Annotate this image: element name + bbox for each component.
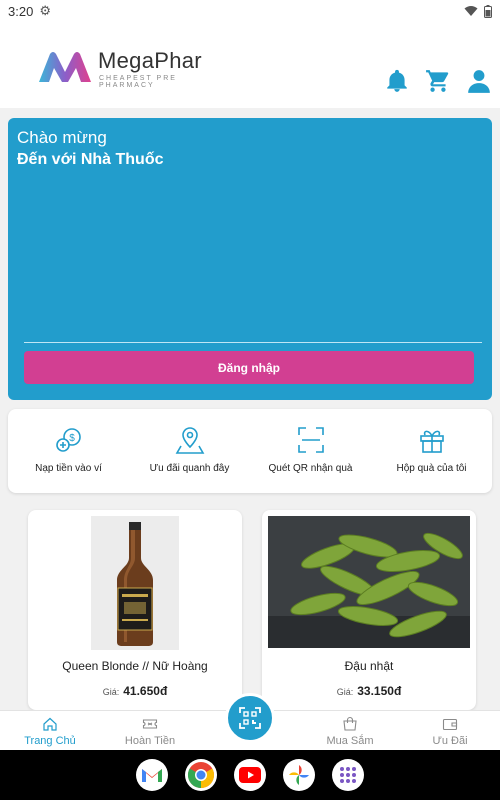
tab-label: Mua Sắm <box>326 735 374 747</box>
banner-divider <box>24 342 482 343</box>
price-label: Giá: <box>336 687 354 697</box>
logo-mark-icon <box>39 52 91 82</box>
app-drawer-icon[interactable] <box>332 759 364 791</box>
user-profile-icon[interactable] <box>466 68 492 94</box>
quick-action-qr-gift[interactable]: Quét QR nhận quà <box>250 409 371 493</box>
product-name: Đậu nhật <box>344 659 394 673</box>
tab-shopping[interactable]: Mua Sắm <box>300 711 400 750</box>
quick-action-topup[interactable]: $ Nạp tiền vào ví <box>8 409 129 493</box>
product-card[interactable]: Queen Blonde // Nữ Hoàng Giá: 41.650đ <box>28 510 242 710</box>
wallet-topup-icon: $ <box>55 428 81 452</box>
wallet-icon <box>442 718 458 731</box>
quick-action-label: Ưu đãi quanh đây <box>149 463 230 474</box>
product-name: Queen Blonde // Nữ Hoàng <box>62 659 208 673</box>
quick-action-my-gifts[interactable]: Hộp quà của tôi <box>371 409 492 493</box>
settings-gear-icon: ⚙ <box>39 3 51 18</box>
beer-bottle-image <box>91 516 179 650</box>
battery-icon <box>484 4 492 18</box>
status-time: 3:20 <box>8 3 34 19</box>
home-icon <box>43 717 57 731</box>
product-price: 41.650đ <box>123 684 168 698</box>
qr-scan-icon <box>297 427 324 453</box>
svg-text:$: $ <box>69 433 75 444</box>
shopping-bag-icon <box>343 716 357 731</box>
quick-action-label: Quét QR nhận quà <box>268 463 353 474</box>
tab-cashback[interactable]: Hoàn Tiền <box>100 711 200 750</box>
quick-action-label: Nạp tiền vào ví <box>35 463 102 474</box>
product-price-row: Giá: 33.150đ <box>262 684 476 698</box>
status-bar: 3:20 ⚙ <box>0 0 500 22</box>
ticket-icon <box>142 719 158 729</box>
android-dock <box>0 750 500 800</box>
product-price: 33.150đ <box>357 684 402 698</box>
qr-code-icon <box>239 707 261 729</box>
welcome-greeting: Chào mừng <box>17 128 107 147</box>
scan-qr-fab[interactable] <box>225 693 275 743</box>
tab-deals[interactable]: Ưu Đãi <box>400 711 500 750</box>
tab-label: Hoàn Tiền <box>124 735 176 747</box>
brand-name: MegaPhar <box>98 48 202 73</box>
chrome-icon[interactable] <box>185 759 217 791</box>
quick-action-label: Hộp quà của tôi <box>396 463 467 474</box>
wifi-icon <box>464 6 478 16</box>
price-label: Giá: <box>102 687 120 697</box>
brand-tagline: CHEAPEST PRE PHARMACY <box>99 75 177 89</box>
product-card[interactable]: Đậu nhật Giá: 33.150đ <box>262 510 476 710</box>
quick-actions-panel: $ Nạp tiền vào ví Ưu đãi quanh đây Quét … <box>8 409 492 493</box>
gmail-icon[interactable] <box>136 759 168 791</box>
welcome-banner: Chào mừng Đến với Nhà Thuốc Đăng nhập <box>8 118 492 400</box>
gift-box-icon <box>419 430 444 453</box>
tab-label: Ưu Đãi <box>432 735 468 747</box>
app-header: MegaPhar CHEAPEST PRE PHARMACY <box>0 22 500 108</box>
welcome-subtitle: Đến với Nhà Thuốc <box>17 151 164 168</box>
megaphar-logo: MegaPhar CHEAPEST PRE PHARMACY <box>36 48 226 89</box>
quick-action-nearby-deals[interactable]: Ưu đãi quanh đây <box>129 409 250 493</box>
photos-icon[interactable] <box>283 759 315 791</box>
notification-bell-icon[interactable] <box>384 68 410 94</box>
product-price-row: Giá: 41.650đ <box>28 684 242 698</box>
tab-label: Trang Chủ <box>24 735 76 747</box>
tab-home[interactable]: Trang Chủ <box>0 711 100 750</box>
location-pin-icon <box>175 427 204 454</box>
youtube-icon[interactable] <box>234 759 266 791</box>
edamame-image <box>268 516 470 648</box>
login-button[interactable]: Đăng nhập <box>24 351 474 384</box>
cart-icon[interactable] <box>425 68 451 94</box>
